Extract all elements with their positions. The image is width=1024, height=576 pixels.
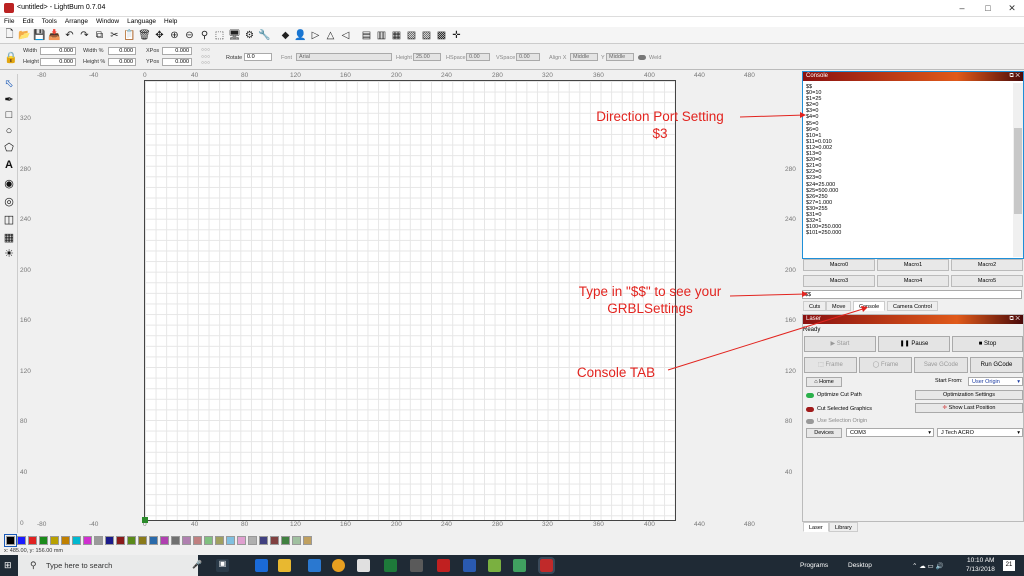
palette-swatch[interactable] [248, 535, 257, 545]
chrome-icon[interactable] [332, 559, 345, 572]
palette-swatch[interactable] [116, 535, 125, 545]
palette-swatch[interactable] [215, 535, 224, 545]
palette-swatch[interactable] [4, 533, 17, 547]
palette-swatch[interactable] [61, 535, 70, 545]
outlook-icon[interactable] [308, 559, 321, 572]
tray-icons[interactable]: ⌃ ☁ ▭ 🔊 [912, 562, 944, 570]
notepad-icon[interactable] [488, 559, 501, 572]
palette-swatch[interactable] [193, 535, 202, 545]
lightburn-taskbar-icon[interactable] [538, 557, 555, 574]
app-icon[interactable] [410, 559, 423, 572]
palette-swatch[interactable] [127, 535, 136, 545]
cursor-coordinates: x: 485.00, y: 156.00 mm [4, 548, 64, 554]
annotation-arrows [667, 112, 868, 371]
arrow-direction [739, 114, 806, 118]
clock-time[interactable]: 10:10 AM [967, 557, 994, 564]
palette-swatch[interactable] [39, 535, 48, 545]
excel-icon[interactable] [384, 559, 397, 572]
arrow-type-in [729, 293, 807, 297]
palette-swatch[interactable] [72, 535, 81, 545]
search-icon: ⚲ [30, 560, 37, 570]
search-placeholder: Type here to search [46, 561, 113, 570]
word-icon[interactable] [463, 559, 476, 572]
palette-swatch[interactable] [292, 535, 301, 545]
palette-swatch[interactable] [281, 535, 290, 545]
palette-swatch[interactable] [303, 535, 312, 545]
programs-toolbar[interactable]: Programs [800, 562, 828, 569]
file-explorer-icon[interactable] [278, 559, 291, 572]
palette-swatch[interactable] [171, 535, 180, 545]
palette-swatch[interactable] [182, 535, 191, 545]
arrowhead [800, 112, 806, 118]
arrowhead [861, 306, 868, 312]
acrobat-icon[interactable] [437, 559, 450, 572]
clock-date[interactable]: 7/13/2018 [966, 566, 995, 573]
palette-swatch[interactable] [50, 535, 59, 545]
palette-swatch[interactable] [17, 535, 26, 545]
palette-swatch[interactable] [204, 535, 213, 545]
desktop-toolbar[interactable]: Desktop [848, 562, 872, 569]
calculator-icon[interactable] [357, 559, 370, 572]
palette-swatch[interactable] [270, 535, 279, 545]
color-palette [0, 533, 1024, 547]
task-view-icon[interactable]: ▣ [216, 559, 229, 572]
edge-browser-icon[interactable] [255, 559, 268, 572]
palette-swatch[interactable] [237, 535, 246, 545]
microphone-icon[interactable]: 🎤 [192, 560, 202, 570]
palette-swatch[interactable] [138, 535, 147, 545]
palette-swatch[interactable] [226, 535, 235, 545]
palette-swatch[interactable] [28, 535, 37, 545]
palette-swatch[interactable] [94, 535, 103, 545]
arrowhead [802, 291, 808, 297]
palette-swatch[interactable] [160, 535, 169, 545]
windows-taskbar: ⊞ ⚲ Type here to search 🎤 ▣ Programs Desk… [0, 555, 1024, 576]
app2-icon[interactable] [513, 559, 526, 572]
windows-start-icon[interactable]: ⊞ [4, 560, 14, 570]
palette-swatch[interactable] [259, 535, 268, 545]
palette-swatch[interactable] [83, 535, 92, 545]
notification-badge[interactable]: 21 [1003, 560, 1015, 571]
palette-swatch[interactable] [105, 535, 114, 545]
taskbar-search[interactable]: ⚲ Type here to search [18, 555, 198, 576]
arrow-console-tab [667, 307, 867, 371]
palette-swatch[interactable] [149, 535, 158, 545]
